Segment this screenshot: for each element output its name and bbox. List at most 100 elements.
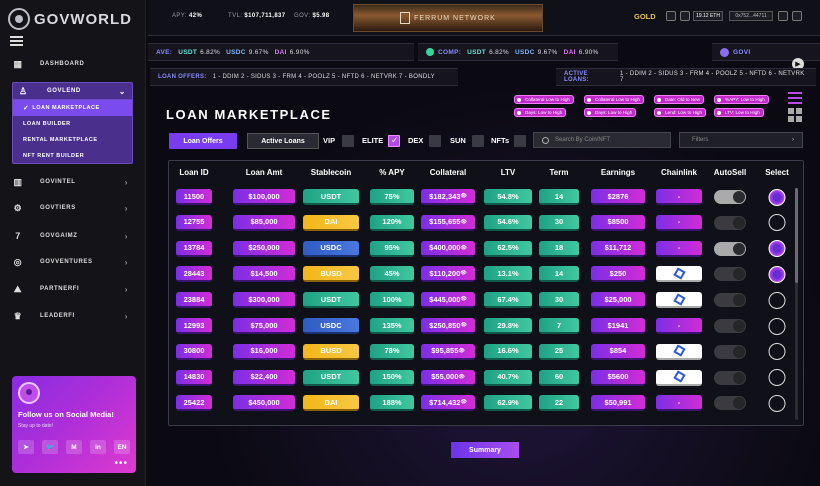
nfts-checkbox[interactable] — [514, 135, 526, 147]
elite-checkbox[interactable] — [388, 135, 400, 147]
eye-icon[interactable]: 👁 — [460, 193, 466, 199]
sidebar-subitem-loan-marketplace[interactable]: ✓ LOAN MARKETPLACE — [13, 100, 132, 116]
linkedin-icon[interactable]: in — [90, 440, 106, 454]
select-radio[interactable] — [768, 369, 786, 387]
wallet-icon[interactable] — [666, 11, 676, 21]
sort-chip[interactable]: Collateral Low to High — [514, 95, 574, 104]
sidebar-subitem-rental-marketplace[interactable]: RENTAL MARKETPLACE — [13, 132, 132, 148]
autosell-toggle[interactable] — [714, 396, 746, 411]
sort-chip[interactable]: Lend: Low to High — [654, 108, 707, 117]
vip-checkbox[interactable] — [342, 135, 354, 147]
sidebar-item-leaderfi[interactable]: ♛ LEADERFI › — [12, 306, 136, 326]
search-input[interactable]: Search By Coin/NFT — [533, 132, 671, 148]
telegram-icon[interactable]: ➤ — [18, 440, 34, 454]
column-header[interactable]: LTV — [501, 168, 516, 177]
autosell-toggle[interactable] — [714, 319, 746, 333]
column-header[interactable]: % APY — [379, 168, 405, 177]
sidebar-item-govventures[interactable]: ◎ GOVVENTURES › — [12, 252, 136, 272]
select-radio[interactable] — [768, 188, 786, 206]
tab-active-loans[interactable]: Active Loans — [247, 133, 319, 149]
column-header[interactable]: AutoSell — [714, 168, 746, 177]
autosell-toggle[interactable] — [714, 215, 746, 230]
sidebar-item-dashboard[interactable]: ▦ DASHBOARD — [12, 54, 136, 74]
eye-icon[interactable]: 👁 — [460, 219, 466, 225]
select-radio[interactable] — [768, 317, 786, 335]
sidebar-item-govlend[interactable]: ♙ GOVLEND ⌄ — [13, 83, 132, 100]
sort-chip[interactable]: LTV: Low to High — [714, 108, 764, 117]
select-radio[interactable] — [768, 291, 786, 309]
summary-button[interactable]: Summary — [451, 442, 519, 458]
select-radio[interactable] — [768, 343, 786, 361]
autosell-toggle[interactable] — [714, 293, 746, 308]
autosell-toggle[interactable] — [714, 370, 746, 385]
sidebar-item-govintel[interactable]: ▥ GOVINTEL › — [12, 172, 136, 192]
eye-icon[interactable]: 👁 — [460, 245, 466, 251]
autosell-toggle[interactable] — [714, 344, 746, 359]
sidebar-item-govgaimz[interactable]: 7 GOVGAIMZ › — [12, 226, 136, 246]
select-radio[interactable] — [768, 240, 786, 258]
eye-icon[interactable]: 👁 — [460, 322, 466, 328]
select-radio[interactable] — [768, 394, 786, 412]
eye-icon[interactable]: 👁 — [458, 348, 464, 354]
tab-loan-offers[interactable]: Loan Offers — [169, 133, 237, 149]
column-header[interactable]: Loan Amt — [246, 168, 283, 177]
sidebar-subitem-nft-rent-builder[interactable]: NFT RENT BUILDER — [13, 148, 132, 164]
scrollbar-thumb[interactable] — [795, 188, 798, 283]
wallet-address[interactable]: 0x752...44711 — [729, 11, 773, 21]
autosell-toggle[interactable] — [714, 241, 746, 256]
loan-id-cell: 12755 — [176, 214, 212, 231]
notification-icon[interactable] — [680, 11, 690, 21]
sort-chip[interactable]: Date: Old to New — [654, 95, 704, 104]
hamburger-menu-icon[interactable] — [10, 36, 23, 46]
govintel-icon: ▥ — [13, 176, 23, 187]
avatar — [18, 382, 40, 404]
ticker-label: COMP: — [438, 48, 462, 56]
sort-chip[interactable]: %APY: Low to High — [714, 95, 769, 104]
sun-checkbox[interactable] — [472, 135, 484, 147]
settings-icon[interactable] — [778, 11, 788, 21]
stablecoin-cell: USDC — [303, 318, 359, 334]
autosell-toggle[interactable] — [714, 267, 746, 282]
sidebar-item-partnerfi[interactable]: ⛰ PARTNERFI › — [12, 279, 136, 299]
sidebar-subitem-loan-builder[interactable]: LOAN BUILDER — [13, 116, 132, 132]
column-header[interactable]: Earnings — [601, 168, 635, 177]
loan-id-cell: 11500 — [176, 189, 212, 205]
filters-dropdown[interactable]: Filters › — [679, 132, 803, 148]
eye-icon[interactable]: 👁 — [460, 270, 466, 276]
sort-chip[interactable]: Collateral Low to High — [584, 95, 644, 104]
column-header[interactable]: Loan ID — [179, 168, 208, 177]
column-header[interactable]: Collateral — [430, 168, 466, 177]
table-scrollbar[interactable] — [795, 188, 798, 420]
earnings-cell: $5600 — [591, 369, 645, 386]
more-options-icon[interactable]: ••• — [114, 458, 128, 469]
ferrum-network-banner[interactable]: FERRUM NETWORK — [353, 4, 543, 32]
logo[interactable]: GOVWORLD — [8, 8, 132, 30]
autosell-toggle[interactable] — [714, 190, 746, 204]
eye-icon[interactable]: 👁 — [460, 296, 466, 302]
sort-chip[interactable]: Days: Low to High — [584, 108, 637, 117]
sidebar-item-govtiers[interactable]: ⚙ GOVTIERS › — [12, 198, 136, 218]
eye-icon[interactable]: 👁 — [458, 374, 464, 380]
column-header[interactable]: Term — [550, 168, 569, 177]
dex-checkbox[interactable] — [429, 135, 441, 147]
language-button[interactable]: EN — [114, 440, 130, 454]
apy-label: APY: — [172, 13, 187, 19]
list-view-icon[interactable] — [788, 92, 802, 104]
grid-view-icon[interactable] — [788, 108, 802, 122]
ltv-cell: 54.6% — [484, 214, 532, 231]
filter-label-sun: SUN — [450, 136, 466, 145]
column-header[interactable]: Stablecoin — [311, 168, 351, 177]
column-header[interactable]: Chainlink — [661, 168, 697, 177]
sort-chip[interactable]: Days: Low to High — [514, 108, 567, 117]
select-radio[interactable] — [768, 265, 786, 283]
ticker-coin: USDT — [467, 48, 487, 56]
ticker-text: 1 - DDIM 2 - SIDUS 3 - FRM 4 - POOLZ 5 -… — [212, 74, 435, 80]
eye-icon[interactable]: 👁 — [460, 399, 466, 405]
twitter-icon[interactable]: 🐦 — [42, 440, 58, 454]
ticker-ave: AVE: USDT 6.82% USDC 9.67% DAI 6.90% — [148, 43, 414, 61]
column-header[interactable]: Select — [765, 168, 789, 177]
profile-icon[interactable] — [792, 11, 802, 21]
stablecoin-cell: USDT — [303, 292, 359, 309]
select-radio[interactable] — [768, 214, 786, 232]
medium-icon[interactable]: M — [66, 440, 82, 454]
